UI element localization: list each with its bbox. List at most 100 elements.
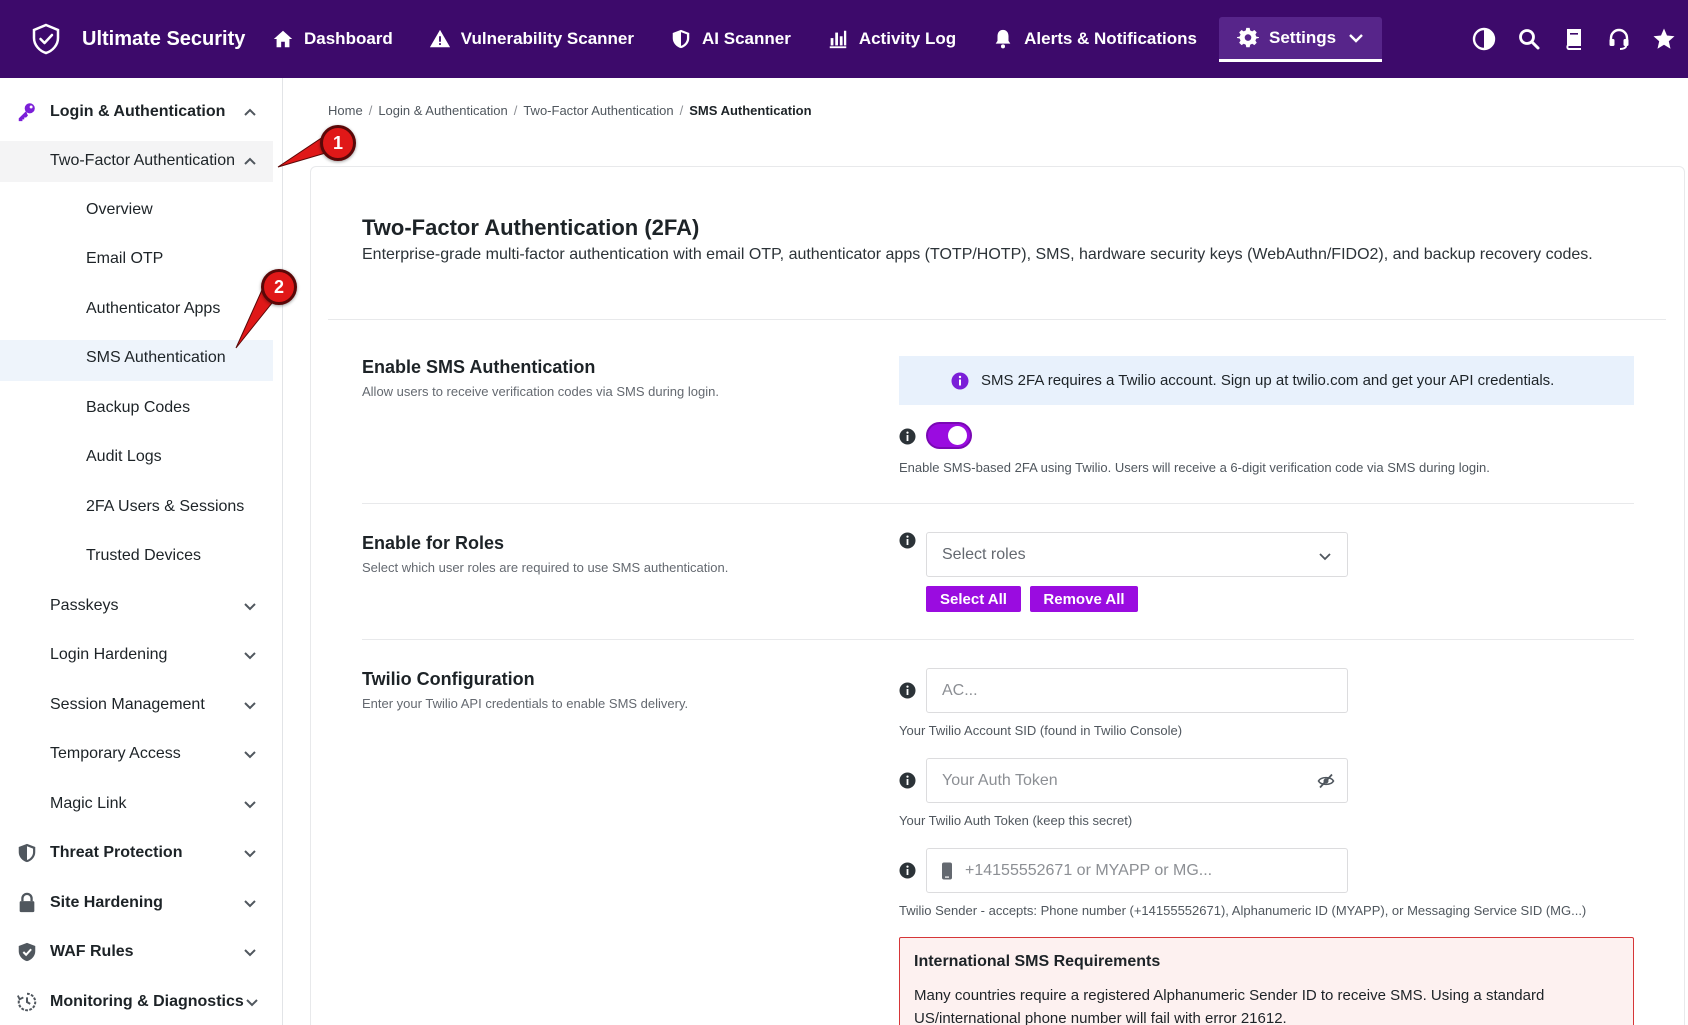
enable-sms-toggle[interactable] bbox=[926, 422, 972, 449]
sidebar-item-email-otp[interactable]: Email OTP bbox=[0, 239, 283, 279]
sidebar-item-temporary-access[interactable]: Temporary Access bbox=[0, 734, 283, 774]
brand[interactable]: Ultimate Security bbox=[30, 23, 270, 55]
section-description-twilio: Enter your Twilio API credentials to ena… bbox=[362, 696, 689, 711]
sidebar-item-two-factor-authentication[interactable]: Two-Factor Authentication bbox=[0, 141, 283, 181]
nav-activity-log[interactable]: Activity Log bbox=[827, 28, 956, 50]
help-info-icon[interactable] bbox=[899, 682, 916, 699]
bar-chart-icon bbox=[829, 30, 847, 49]
sidebar-label: SMS Authentication bbox=[86, 349, 226, 366]
sidebar-item-monitoring-diagnostics[interactable]: Monitoring & Diagnostics bbox=[0, 982, 283, 1022]
sidebar-item-login-hardening[interactable]: Login Hardening bbox=[0, 635, 283, 675]
divider bbox=[362, 503, 1634, 504]
twilio-auth-token-input[interactable]: Your Auth Token bbox=[926, 758, 1348, 803]
sidebar-label: Login Hardening bbox=[50, 646, 168, 663]
main-nav: Dashboard Vulnerability Scanner AI Scann… bbox=[272, 0, 1418, 78]
help-info-icon[interactable] bbox=[899, 772, 916, 789]
chevron-down-icon bbox=[246, 999, 258, 1007]
gear-icon bbox=[1236, 27, 1259, 47]
sidebar-item-passkeys[interactable]: Passkeys bbox=[0, 586, 283, 626]
help-info-icon[interactable] bbox=[899, 532, 916, 549]
nav-label: Vulnerability Scanner bbox=[460, 29, 635, 48]
chevron-down-icon bbox=[1319, 553, 1331, 561]
chevron-down-icon bbox=[244, 751, 256, 759]
sidebar-item-overview[interactable]: Overview bbox=[0, 190, 283, 230]
search-icon[interactable] bbox=[1517, 27, 1541, 51]
shield-check-logo-icon bbox=[32, 23, 60, 55]
breadcrumb-separator: / bbox=[679, 103, 684, 118]
breadcrumb-current: SMS Authentication bbox=[689, 103, 812, 118]
sidebar-label: Session Management bbox=[50, 696, 205, 713]
page-description: Enterprise-grade multi-factor authentica… bbox=[362, 246, 1593, 263]
sidebar-label: Magic Link bbox=[50, 795, 127, 812]
sidebar-item-trusted-devices[interactable]: Trusted Devices bbox=[0, 536, 283, 576]
sidebar-label: Threat Protection bbox=[50, 844, 183, 861]
sidebar-label: Overview bbox=[86, 201, 153, 218]
divider bbox=[328, 319, 1666, 320]
nav-settings[interactable]: Settings bbox=[1218, 16, 1383, 62]
roles-select[interactable]: Select roles bbox=[926, 532, 1348, 577]
twilio-sender-input[interactable]: +14155552671 or MYAPP or MG... bbox=[926, 848, 1348, 893]
nav-dashboard[interactable]: Dashboard bbox=[272, 28, 393, 50]
breadcrumb-login-authentication[interactable]: Login & Authentication bbox=[378, 103, 507, 118]
help-info-icon[interactable] bbox=[899, 862, 916, 879]
sidebar-item-sms-authentication[interactable]: SMS Authentication bbox=[0, 338, 283, 378]
theme-toggle-icon[interactable] bbox=[1472, 27, 1496, 51]
breadcrumb-two-factor[interactable]: Two-Factor Authentication bbox=[523, 103, 673, 118]
section-description-enable-sms: Allow users to receive verification code… bbox=[362, 384, 719, 399]
input-placeholder: AC... bbox=[942, 681, 978, 699]
nav-label: Activity Log bbox=[858, 29, 957, 48]
select-all-button[interactable]: Select All bbox=[926, 586, 1021, 612]
breadcrumb: Home / Login & Authentication / Two-Fact… bbox=[328, 103, 812, 118]
sidebar-item-threat-protection[interactable]: Threat Protection bbox=[0, 833, 283, 873]
brand-name: Ultimate Security bbox=[82, 27, 246, 50]
chevron-down-icon bbox=[244, 652, 256, 660]
remove-all-button[interactable]: Remove All bbox=[1030, 586, 1138, 612]
divider bbox=[362, 639, 1634, 640]
sidebar-item-waf-rules[interactable]: WAF Rules bbox=[0, 932, 283, 972]
home-icon bbox=[273, 30, 293, 48]
sidebar-item-authenticator-apps[interactable]: Authenticator Apps bbox=[0, 289, 283, 329]
sidebar-item-backup-codes[interactable]: Backup Codes bbox=[0, 388, 283, 428]
eye-slash-icon[interactable] bbox=[1317, 772, 1335, 790]
breadcrumb-home[interactable]: Home bbox=[328, 103, 363, 118]
nav-ai-scanner[interactable]: AI Scanner bbox=[670, 28, 791, 50]
input-placeholder: Your Auth Token bbox=[942, 771, 1058, 789]
sidebar-label: Login & Authentication bbox=[50, 103, 226, 120]
twilio-sid-input[interactable]: AC... bbox=[926, 668, 1348, 713]
shield-icon bbox=[672, 29, 690, 49]
sidebar-label: 2FA Users & Sessions bbox=[86, 498, 245, 515]
nav-alerts-notifications[interactable]: Alerts & Notifications bbox=[992, 28, 1197, 50]
sidebar-label: WAF Rules bbox=[50, 943, 134, 960]
lock-icon bbox=[19, 892, 35, 913]
nav-label: Dashboard bbox=[304, 29, 393, 48]
warning-title: International SMS Requirements bbox=[914, 953, 1161, 970]
annotation-badge-2: 2 bbox=[261, 269, 297, 305]
chevron-down-icon bbox=[244, 702, 256, 710]
sid-help-text: Your Twilio Account SID (found in Twilio… bbox=[899, 723, 1183, 738]
nav-vulnerability-scanner[interactable]: Vulnerability Scanner bbox=[429, 28, 634, 50]
sidebar-label: Audit Logs bbox=[86, 448, 162, 465]
sidebar-item-session-management[interactable]: Session Management bbox=[0, 685, 283, 725]
book-icon[interactable] bbox=[1562, 27, 1586, 51]
sidebar-label: Two-Factor Authentication bbox=[50, 152, 235, 169]
section-title-twilio: Twilio Configuration bbox=[362, 669, 535, 689]
toggle-knob bbox=[948, 426, 967, 445]
shield-check-icon bbox=[18, 942, 36, 962]
key-icon bbox=[18, 103, 35, 122]
breadcrumb-separator: / bbox=[513, 103, 518, 118]
input-placeholder: +14155552671 or MYAPP or MG... bbox=[965, 861, 1213, 879]
star-icon[interactable] bbox=[1652, 27, 1676, 51]
headset-icon[interactable] bbox=[1607, 27, 1631, 51]
info-icon bbox=[951, 372, 969, 390]
sidebar-label: Temporary Access bbox=[50, 745, 181, 762]
help-info-icon[interactable] bbox=[899, 428, 916, 445]
sidebar-item-2fa-users-sessions[interactable]: 2FA Users & Sessions bbox=[0, 487, 283, 527]
sidebar-label: Trusted Devices bbox=[86, 547, 201, 564]
international-sms-warning: International SMS Requirements Many coun… bbox=[899, 937, 1634, 1025]
chevron-down-icon bbox=[244, 603, 256, 611]
sidebar-item-login-authentication[interactable]: Login & Authentication bbox=[0, 92, 283, 132]
nav-label: Alerts & Notifications bbox=[1024, 29, 1197, 48]
sidebar-item-audit-logs[interactable]: Audit Logs bbox=[0, 437, 283, 477]
sidebar-item-magic-link[interactable]: Magic Link bbox=[0, 784, 283, 824]
sidebar-item-site-hardening[interactable]: Site Hardening bbox=[0, 883, 283, 923]
